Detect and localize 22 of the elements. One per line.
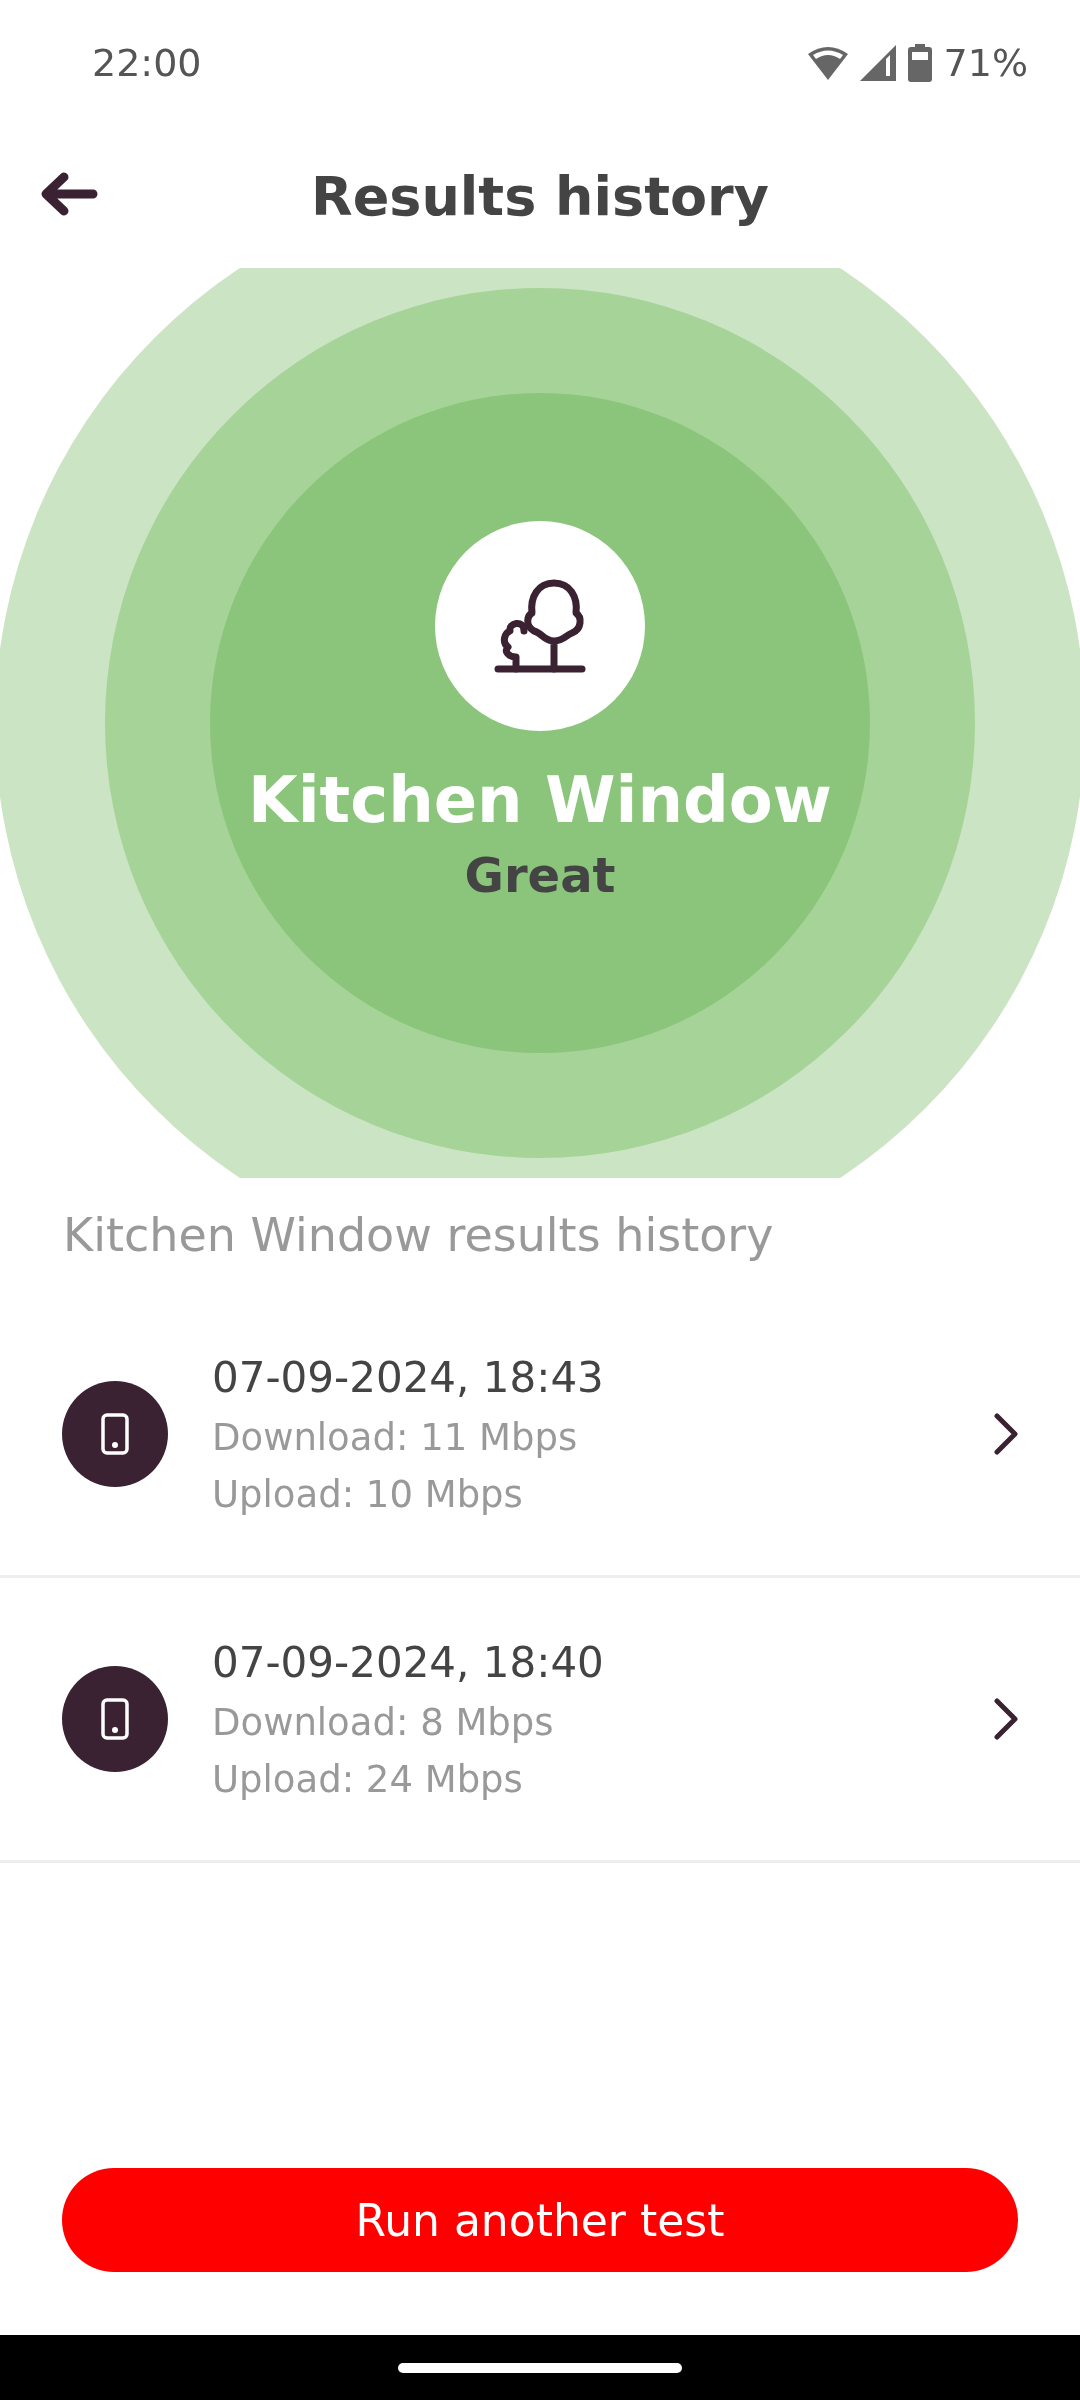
result-datetime: 07-09-2024, 18:43 (212, 1352, 605, 1402)
wifi-icon (807, 45, 848, 80)
download-speed: Download: 11 Mbps (212, 1415, 579, 1459)
run-test-button[interactable]: Run another test (62, 2168, 1018, 2272)
upload-speed: Upload: 10 Mbps (212, 1472, 524, 1516)
upload-speed: Upload: 24 Mbps (212, 1757, 524, 1801)
download-speed: Download: 8 Mbps (212, 1700, 555, 1744)
chevron-icon (992, 1696, 1020, 1742)
trees-icon (494, 577, 586, 675)
screen-title: Results history (311, 165, 769, 228)
battery-percent: 71% (943, 40, 1028, 85)
status-time: 22:00 (92, 40, 202, 85)
result-row[interactable]: 07-09-2024, 18:43 Download: 11 Mbps Upload: 10 Mbps (0, 1293, 1080, 1578)
signal-icon (859, 44, 896, 81)
result-datetime: 07-09-2024, 18:40 (212, 1637, 605, 1687)
battery-icon (907, 43, 932, 82)
section-title: Kitchen Window results history (62, 1207, 775, 1264)
result-row[interactable]: 07-09-2024, 18:40 Download: 8 Mbps Upload: 24 Mbps (0, 1578, 1080, 1863)
chevron-icon (992, 1411, 1020, 1457)
rating-label: Great (464, 847, 616, 903)
home-handle[interactable] (398, 2362, 682, 2373)
location-name: Kitchen Window (248, 763, 832, 837)
